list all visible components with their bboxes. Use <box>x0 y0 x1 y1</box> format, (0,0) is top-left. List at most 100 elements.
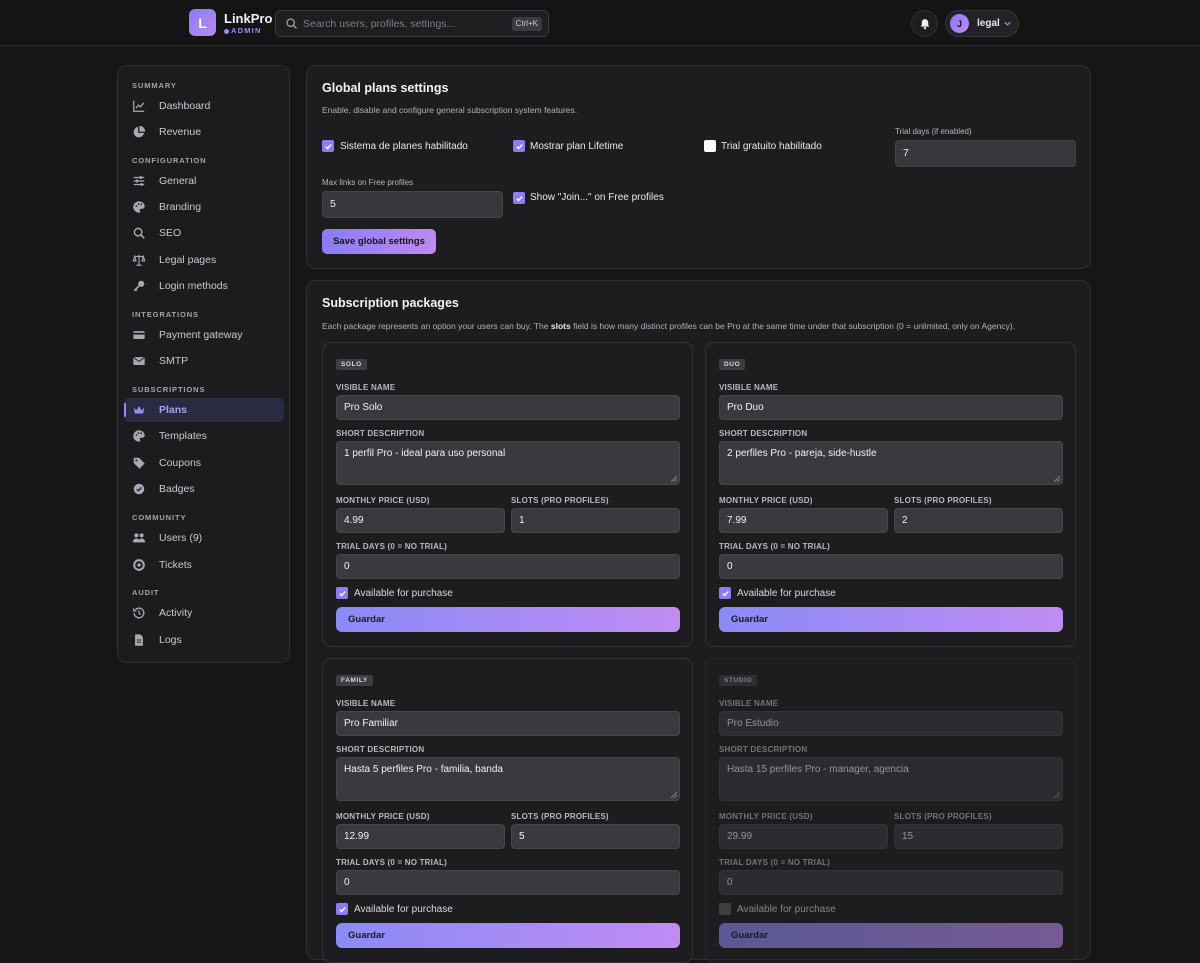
sidebar-item-label: Legal pages <box>159 254 217 266</box>
short-description-textarea[interactable]: Hasta 15 perfiles Pro - manager, agencia <box>719 757 1063 801</box>
plans-enabled-checkbox[interactable] <box>322 140 334 152</box>
resize-grip-icon[interactable] <box>1054 476 1060 482</box>
user-menu-button[interactable]: J legal <box>945 10 1019 37</box>
slots-input[interactable]: 5 <box>511 824 680 849</box>
pie-chart-icon <box>133 125 146 138</box>
trial-days-label: TRIAL DAYS (0 = NO TRIAL) <box>336 858 448 867</box>
trial-days-input[interactable]: 0 <box>719 554 1063 579</box>
visible-name-label: VISIBLE NAME <box>336 699 396 708</box>
sidebar: SUMMARY Dashboard Revenue CONFIGURATION … <box>117 65 290 663</box>
sidebar-item-activity[interactable]: Activity <box>124 601 284 625</box>
scale-icon <box>132 254 146 266</box>
trial-days-label: TRIAL DAYS (0 = NO TRIAL) <box>719 542 831 551</box>
sidebar-item-branding[interactable]: Branding <box>124 195 284 219</box>
monthly-price-input[interactable]: 29.99 <box>719 824 888 849</box>
sidebar-section-subscriptions: SUBSCRIPTIONS <box>132 385 206 394</box>
check-icon <box>338 906 346 913</box>
available-checkbox[interactable] <box>336 903 348 915</box>
sidebar-item-label: SMTP <box>159 355 189 367</box>
app-logo[interactable]: L <box>189 9 216 36</box>
sidebar-item-revenue[interactable]: Revenue <box>124 120 284 144</box>
sidebar-item-tickets[interactable]: Tickets <box>124 553 284 577</box>
sidebar-item-label: Users (9) <box>159 532 203 544</box>
panel-title: Global plans settings <box>322 81 449 95</box>
short-description-label: SHORT DESCRIPTION <box>336 429 425 438</box>
available-checkbox[interactable] <box>719 903 731 915</box>
save-package-button[interactable]: Guardar <box>336 923 680 948</box>
lifetime-checkbox[interactable] <box>513 140 525 152</box>
monthly-price-label: MONTHLY PRICE (USD) <box>719 496 813 505</box>
panel-description: Each package represents an option your u… <box>322 321 1016 331</box>
check-icon <box>338 590 346 597</box>
resize-grip-icon[interactable] <box>1054 792 1060 798</box>
sidebar-item-label: Logs <box>159 634 182 646</box>
visible-name-input[interactable]: Pro Duo <box>719 395 1063 420</box>
sidebar-item-label: General <box>159 175 197 187</box>
trial-days-input[interactable]: 0 <box>719 870 1063 895</box>
visible-name-label: VISIBLE NAME <box>719 699 779 708</box>
short-description-textarea[interactable]: Hasta 5 perfiles Pro - familia, banda <box>336 757 680 801</box>
sidebar-section-integrations: INTEGRATIONS <box>132 310 199 319</box>
trial-days-label: TRIAL DAYS (0 = NO TRIAL) <box>719 858 831 867</box>
monthly-price-input[interactable]: 12.99 <box>336 824 505 849</box>
visible-name-input[interactable]: Pro Estudio <box>719 711 1063 736</box>
sidebar-item-coupons[interactable]: Coupons <box>124 451 284 475</box>
trial-label: Trial gratuito habilitado <box>721 141 822 152</box>
sidebar-item-logs[interactable]: Logs <box>124 628 284 652</box>
sidebar-item-login-methods[interactable]: Login methods <box>124 274 284 298</box>
save-global-settings-button[interactable]: Save global settings <box>322 229 436 254</box>
search-input[interactable]: Search users, profiles, settings... Ctrl… <box>275 10 549 37</box>
monthly-price-input[interactable]: 7.99 <box>719 508 888 533</box>
visible-name-input[interactable]: Pro Solo <box>336 395 680 420</box>
package-card-solo: SOLO VISIBLE NAME Pro Solo SHORT DESCRIP… <box>322 342 693 647</box>
sidebar-item-plans[interactable]: Plans <box>124 398 284 422</box>
sidebar-item-general[interactable]: General <box>124 169 284 193</box>
short-description-textarea[interactable]: 1 perfil Pro - ideal para uso personal <box>336 441 680 485</box>
sidebar-item-legal-pages[interactable]: Legal pages <box>124 248 284 272</box>
trial-days-input[interactable]: 7 <box>895 140 1076 167</box>
slots-input[interactable]: 15 <box>894 824 1063 849</box>
save-package-button[interactable]: Guardar <box>336 607 680 632</box>
trial-days-input[interactable]: 0 <box>336 870 680 895</box>
join-checkbox[interactable] <box>513 192 525 204</box>
sidebar-item-dashboard[interactable]: Dashboard <box>124 94 284 118</box>
sidebar-item-users[interactable]: Users (9) <box>124 526 284 550</box>
sidebar-item-payment-gateway[interactable]: Payment gateway <box>124 323 284 347</box>
package-tag: STUDIO <box>719 675 758 686</box>
credit-card-icon <box>133 331 145 339</box>
badge-check-icon <box>133 483 145 495</box>
resize-grip-icon[interactable] <box>671 476 677 482</box>
sidebar-item-label: SEO <box>159 227 182 239</box>
max-links-label: Max links on Free profiles <box>322 178 414 187</box>
crown-icon <box>133 406 145 414</box>
save-package-button[interactable]: Guardar <box>719 607 1063 632</box>
available-label: Available for purchase <box>737 904 836 915</box>
sidebar-item-seo[interactable]: SEO <box>124 221 284 245</box>
package-tag: FAMILY <box>336 675 373 686</box>
slots-input[interactable]: 2 <box>894 508 1063 533</box>
trial-days-input[interactable]: 0 <box>336 554 680 579</box>
top-bar: L LinkPro ADMIN Search users, profiles, … <box>0 0 1200 46</box>
save-package-button[interactable]: Guardar <box>719 923 1063 948</box>
sidebar-item-badges[interactable]: Badges <box>124 477 284 501</box>
sidebar-item-label: Login methods <box>159 280 228 292</box>
check-icon <box>721 590 729 597</box>
monthly-price-input[interactable]: 4.99 <box>336 508 505 533</box>
short-description-label: SHORT DESCRIPTION <box>336 745 425 754</box>
monthly-price-label: MONTHLY PRICE (USD) <box>336 812 430 821</box>
available-checkbox[interactable] <box>719 587 731 599</box>
notifications-button[interactable] <box>911 10 938 37</box>
history-icon <box>133 607 145 619</box>
visible-name-input[interactable]: Pro Familiar <box>336 711 680 736</box>
max-links-input[interactable]: 5 <box>322 191 503 218</box>
trial-checkbox[interactable] <box>704 140 716 152</box>
available-label: Available for purchase <box>354 904 453 915</box>
visible-name-label: VISIBLE NAME <box>719 383 779 392</box>
short-description-textarea[interactable]: 2 perfiles Pro - pareja, side-hustle <box>719 441 1063 485</box>
resize-grip-icon[interactable] <box>671 792 677 798</box>
sidebar-item-templates[interactable]: Templates <box>124 424 284 448</box>
panel-subtitle: Enable, disable and configure general su… <box>322 105 578 115</box>
slots-input[interactable]: 1 <box>511 508 680 533</box>
sidebar-item-smtp[interactable]: SMTP <box>124 349 284 373</box>
available-checkbox[interactable] <box>336 587 348 599</box>
